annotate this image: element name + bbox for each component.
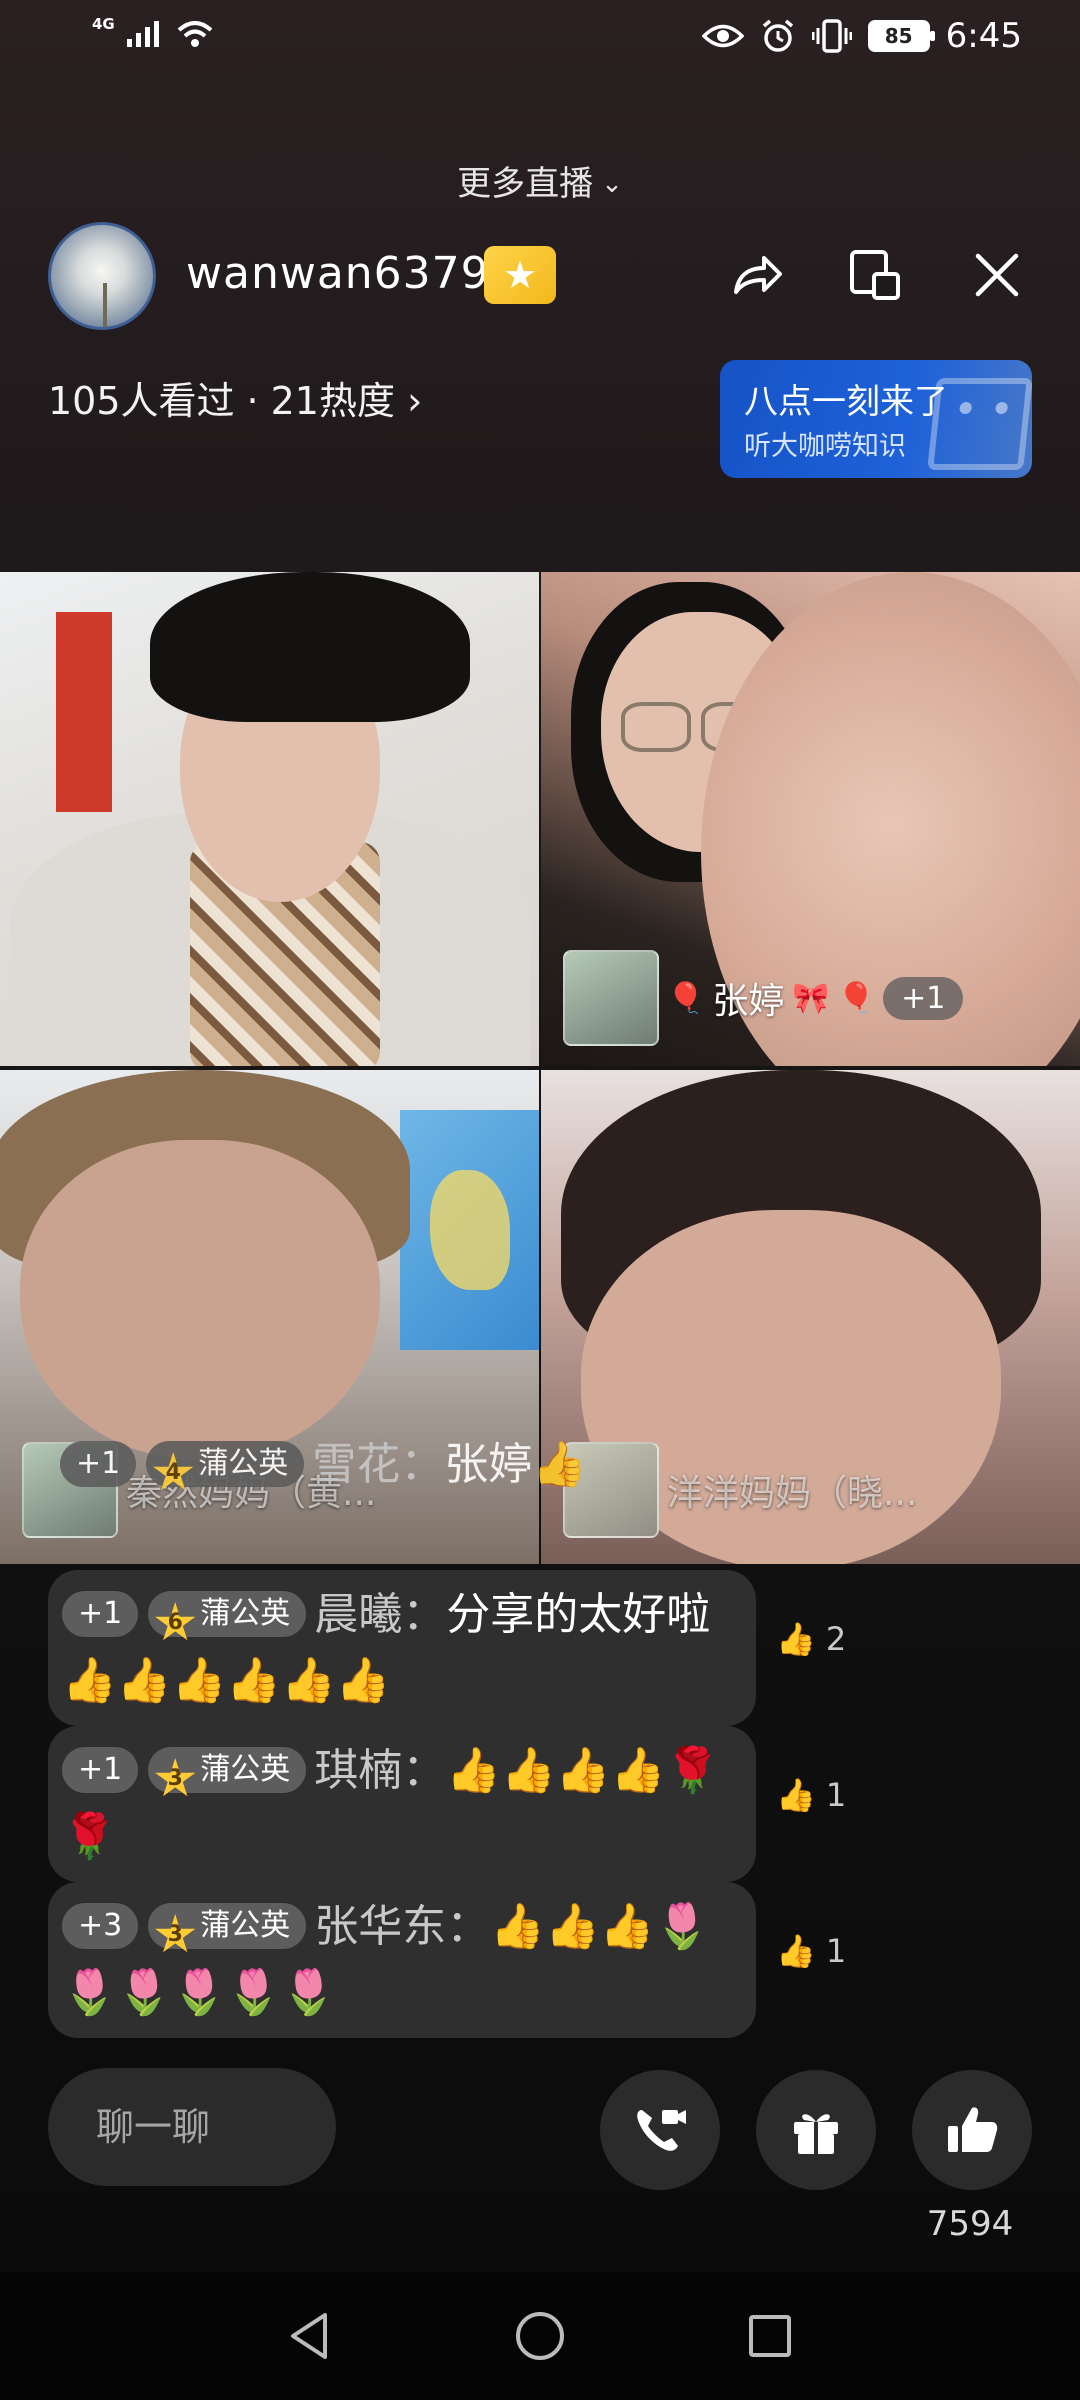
- chat-message-faded: +1 4 蒲公英 雪花：张婷👍: [60, 1428, 587, 1492]
- close-icon[interactable]: [962, 240, 1032, 310]
- bow-icon: 🎀: [792, 980, 830, 1016]
- chair-icon: [927, 378, 1032, 470]
- plus-one-badge: +1: [883, 976, 964, 1020]
- chevron-right-icon: ›: [407, 379, 423, 423]
- video-tile-guest-3[interactable]: 洋洋妈妈（晓...: [541, 1070, 1080, 1564]
- glasses: [621, 702, 691, 752]
- more-live-button[interactable]: 更多直播 ⌄: [0, 156, 1080, 205]
- chat-username: 张华东：: [314, 1901, 491, 1952]
- chat-username: 琪楠：: [314, 1745, 447, 1796]
- video-call-icon: [637, 2110, 686, 2151]
- vibrate-icon: [811, 19, 852, 53]
- plus-badge: +3: [62, 1903, 139, 1949]
- guest-chip[interactable]: 🎈 张婷 🎀 🎈 +1: [563, 950, 964, 1046]
- chat-line: +3 3 蒲公英 张华东：👍👍👍🌷🌷🌷🌷🌷🌷: [62, 1894, 738, 2026]
- alarm-icon: [762, 19, 793, 52]
- message-like-count: 2: [825, 1620, 847, 1658]
- message-like[interactable]: 👍 1: [776, 1776, 846, 1814]
- status-time: 6:45: [945, 16, 1022, 56]
- eye-icon: [701, 24, 744, 48]
- viewer-count: 105人看过: [48, 379, 235, 423]
- signal-icon: [126, 21, 159, 47]
- status-right: 85 6:45: [701, 16, 1022, 56]
- guest-avatar: [563, 950, 659, 1046]
- level-badge: 4 蒲公英: [146, 1441, 305, 1491]
- chevron-down-icon: ⌄: [601, 169, 623, 199]
- gift-icon: [794, 2114, 838, 2154]
- thumbs-up-icon: 👍: [776, 1620, 816, 1658]
- video-call-button[interactable]: [600, 2070, 720, 2190]
- star-badge-icon[interactable]: ★: [484, 246, 556, 304]
- host-avatar[interactable]: [48, 222, 156, 330]
- heat-count: 21热度: [270, 379, 395, 423]
- message-like[interactable]: 👍 1: [776, 1932, 846, 1970]
- message-like-count: 1: [825, 1776, 847, 1814]
- chat-text: 张婷👍: [444, 1439, 588, 1490]
- guest-chip[interactable]: 洋洋妈妈（晓...: [563, 1442, 917, 1538]
- back-icon[interactable]: [280, 2306, 340, 2366]
- chat-username: 雪花：: [312, 1439, 445, 1490]
- star-icon: 6: [155, 1602, 196, 1641]
- battery-indicator: 85: [867, 20, 935, 52]
- wifi-icon: [177, 21, 213, 47]
- plus-badge: +1: [62, 1747, 139, 1793]
- total-like-count: 7594: [926, 2204, 1014, 2244]
- like-button[interactable]: [912, 2070, 1032, 2190]
- status-left: 4G: [92, 15, 215, 50]
- level-badge: 3 蒲公英: [148, 1747, 307, 1797]
- live-room-screen: 4G 85 6:45 更多直播 ⌄ wanwan6379 ★ 105人看过 · …: [0, 0, 1080, 2400]
- gift-button[interactable]: [756, 2070, 876, 2190]
- recents-icon[interactable]: [740, 2306, 800, 2366]
- level-badge: 6 蒲公英: [148, 1591, 307, 1641]
- screen-cast-icon[interactable]: [840, 240, 910, 310]
- chat-input[interactable]: 聊一聊: [48, 2068, 336, 2186]
- status-bar: 4G 85 6:45: [0, 0, 1080, 80]
- person-hair: [150, 572, 470, 722]
- system-nav-bar: [0, 2272, 1080, 2400]
- video-grid: 🎈 张婷 🎀 🎈 +1 秦然妈妈（黄... 洋洋妈妈（晓...: [0, 572, 1080, 1564]
- star-icon: 3: [155, 1914, 196, 1953]
- balloon-icon: 🎈: [667, 980, 705, 1016]
- chat-line: +1 3 蒲公英 琪楠：👍👍👍👍🌹🌹: [62, 1738, 738, 1870]
- share-icon[interactable]: [722, 240, 792, 310]
- promo-title: 八点一刻来了: [744, 382, 948, 422]
- message-like-count: 1: [825, 1932, 847, 1970]
- video-tile-host[interactable]: [0, 572, 539, 1066]
- world-map-decoration: [400, 1110, 539, 1350]
- thumbs-up-icon: [948, 2107, 998, 2152]
- person-face: [20, 1140, 380, 1460]
- guest-name: 洋洋妈妈（晓...: [667, 1473, 918, 1514]
- network-type: 4G: [92, 15, 115, 33]
- plus-badge: +1: [62, 1591, 139, 1637]
- room-stats[interactable]: 105人看过 · 21热度 ›: [48, 370, 422, 425]
- chat-message[interactable]: +3 3 蒲公英 张华东：👍👍👍🌷🌷🌷🌷🌷🌷: [48, 1882, 756, 2038]
- balloon-icon: 🎈: [837, 980, 876, 1016]
- star-icon: 4: [153, 1452, 194, 1491]
- stats-separator: ·: [246, 379, 259, 423]
- level-badge: 3 蒲公英: [148, 1903, 307, 1953]
- chat-message[interactable]: +1 6 蒲公英 晨曦：分享的太好啦👍👍👍👍👍👍: [48, 1570, 756, 1726]
- promo-subtitle: 听大咖唠知识: [744, 431, 906, 462]
- promo-banner[interactable]: 八点一刻来了 听大咖唠知识: [720, 360, 1032, 478]
- host-name[interactable]: wanwan6379: [186, 248, 490, 299]
- star-icon: 3: [155, 1758, 196, 1797]
- plus-badge: +1: [60, 1441, 137, 1487]
- chat-message[interactable]: +1 3 蒲公英 琪楠：👍👍👍👍🌹🌹: [48, 1726, 756, 1882]
- thumbs-up-icon: 👍: [776, 1932, 816, 1970]
- home-icon[interactable]: [510, 2306, 570, 2366]
- guest-name: 张婷: [712, 981, 785, 1022]
- wall-decoration: [56, 612, 112, 812]
- thumbs-up-icon: 👍: [776, 1776, 816, 1814]
- message-like[interactable]: 👍 2: [776, 1620, 846, 1658]
- chat-line: +1 6 蒲公英 晨曦：分享的太好啦👍👍👍👍👍👍: [62, 1582, 738, 1714]
- video-tile-guest-1[interactable]: 🎈 张婷 🎀 🎈 +1: [541, 572, 1080, 1066]
- more-live-label: 更多直播: [457, 164, 594, 204]
- chat-username: 晨曦：: [314, 1589, 447, 1640]
